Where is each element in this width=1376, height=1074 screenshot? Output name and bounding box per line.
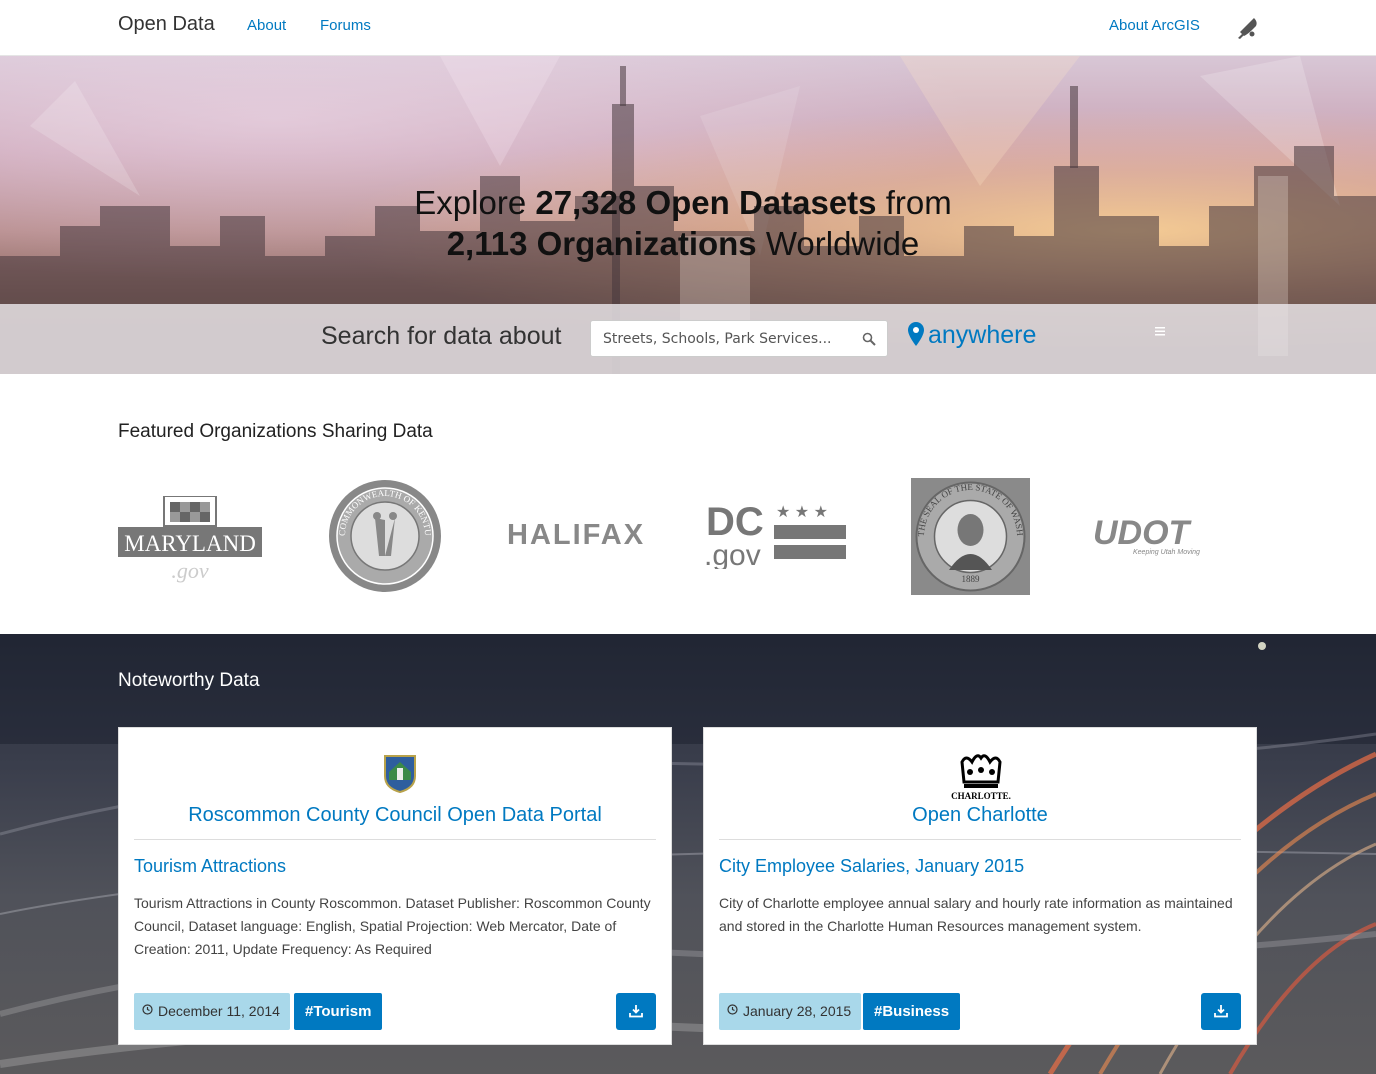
svg-text:1889: 1889 <box>962 574 981 584</box>
washington-seal[interactable]: 1889 THE SEAL OF THE STATE OF WASHINGTON <box>911 478 1030 595</box>
download-icon <box>1214 1005 1228 1018</box>
kentucky-seal[interactable]: COMMONWEALTH OF KENTUCKY <box>327 478 443 594</box>
dataset-card-tourism: Roscommon County Council Open Data Porta… <box>118 727 672 1045</box>
search-box[interactable] <box>590 320 888 357</box>
date-badge: January 28, 2015 <box>719 993 862 1030</box>
svg-text:.gov: .gov <box>171 558 209 583</box>
card-divider <box>719 839 1241 840</box>
date-text: January 28, 2015 <box>743 1003 852 1019</box>
nav-about-arcgis-link[interactable]: About ArcGIS <box>1109 17 1200 34</box>
map-pin-icon[interactable] <box>908 322 924 346</box>
roscommon-crest-icon <box>384 755 416 794</box>
card-dataset-title[interactable]: City Employee Salaries, January 2015 <box>719 856 1024 877</box>
dataset-card-salaries: CHARLOTTE. Open Charlotte City Employee … <box>703 727 1257 1045</box>
card-description: City of Charlotte employee annual salary… <box>719 895 1233 934</box>
card-org-link[interactable]: Open Charlotte <box>704 804 1256 827</box>
search-input[interactable] <box>603 331 853 347</box>
date-badge: December 11, 2014 <box>134 993 290 1030</box>
featured-title: Featured Organizations Sharing Data <box>118 421 433 442</box>
svg-text:Keeping Utah Moving: Keeping Utah Moving <box>1133 549 1200 556</box>
brand-link[interactable]: Open Data <box>118 13 215 36</box>
hero-headline: Explore 27,328 Open Datasets from 2,113 … <box>414 184 952 262</box>
clock-icon <box>142 1004 153 1015</box>
tag-button-tourism[interactable]: #Tourism <box>294 993 383 1030</box>
svg-text:.gov: .gov <box>704 539 761 569</box>
tag-button-business[interactable]: #Business <box>863 993 961 1030</box>
download-button[interactable] <box>1201 993 1241 1030</box>
download-button[interactable] <box>616 993 656 1030</box>
nav-about-link[interactable]: About <box>247 17 286 34</box>
udot-logo[interactable]: UDOT Keeping Utah Moving <box>1093 514 1239 558</box>
download-icon <box>629 1005 643 1018</box>
location-link[interactable]: anywhere <box>928 321 1036 350</box>
svg-text:MARYLAND: MARYLAND <box>124 531 256 556</box>
clock-icon <box>727 1004 738 1015</box>
card-description: Tourism Attractions in County Roscommon.… <box>134 895 651 957</box>
nav-forums-link[interactable]: Forums <box>320 17 371 34</box>
bell-icon[interactable] <box>1236 14 1260 40</box>
card-divider <box>134 839 656 840</box>
top-nav: Open Data About Forums About ArcGIS <box>0 0 1376 56</box>
search-label: Search for data about <box>321 322 562 350</box>
svg-text:CHARLOTTE.: CHARLOTTE. <box>951 791 1011 801</box>
svg-text:★ ★ ★: ★ ★ ★ <box>776 504 828 521</box>
dc-gov-logo[interactable]: DC .gov ★ ★ ★ <box>704 501 850 569</box>
maryland-logo[interactable]: MARYLAND .gov <box>118 496 262 584</box>
svg-text:UDOT: UDOT <box>1093 514 1193 552</box>
halifax-logo[interactable]: HALIFAX <box>507 519 645 552</box>
svg-text:DC: DC <box>706 501 764 544</box>
date-text: December 11, 2014 <box>158 1003 280 1019</box>
card-dataset-title[interactable]: Tourism Attractions <box>134 856 286 877</box>
search-icon[interactable] <box>862 332 876 346</box>
menu-icon[interactable] <box>1155 326 1165 336</box>
card-org-link[interactable]: Roscommon County Council Open Data Porta… <box>119 804 671 827</box>
charlotte-crown-logo: CHARLOTTE. <box>951 754 1011 801</box>
noteworthy-title: Noteworthy Data <box>118 670 260 691</box>
